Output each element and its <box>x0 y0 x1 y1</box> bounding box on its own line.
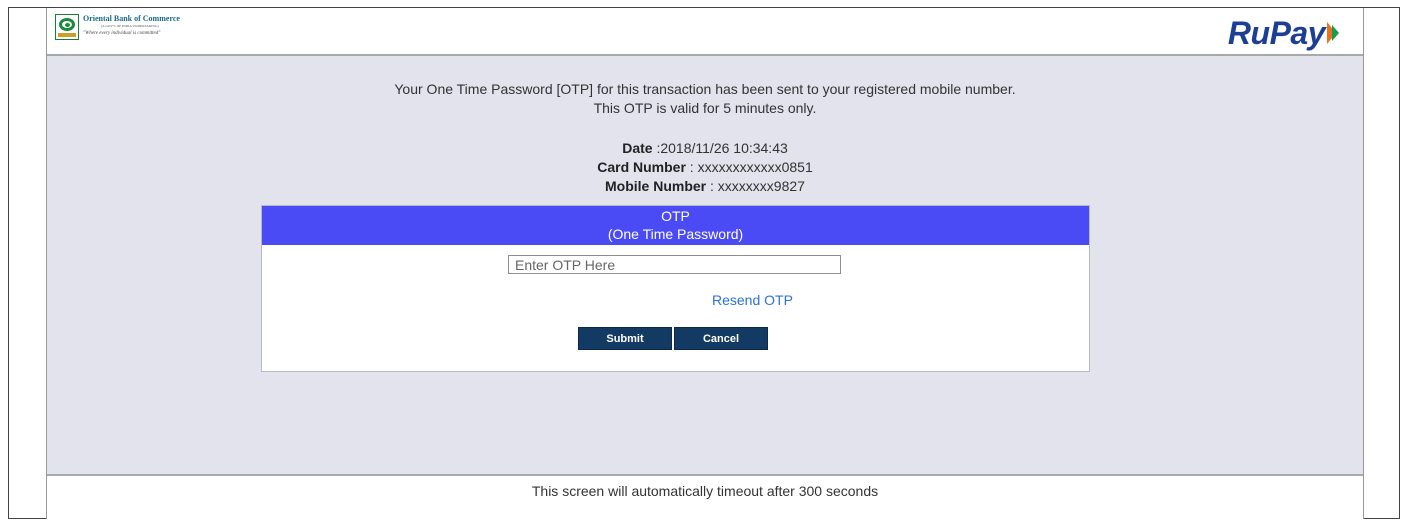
rupay-logo: RuPay <box>1227 14 1341 51</box>
page-footer: This screen will automatically timeout a… <box>47 476 1363 519</box>
mobile-number-row: Mobile Number : xxxxxxxx9827 <box>47 177 1363 196</box>
bank-logo-icon <box>55 14 79 40</box>
bank-emblem-icon <box>59 18 75 31</box>
bank-subtitle: (A GOVT. OF INDIA UNDERTAKING) <box>101 24 159 28</box>
date-label: Date <box>622 140 653 156</box>
bank-logo-bar <box>58 33 76 37</box>
card-number-row: Card Number : xxxxxxxxxxxx0851 <box>47 158 1363 177</box>
mobile-number-value: : xxxxxxxx9827 <box>706 178 805 194</box>
timeout-message: This screen will automatically timeout a… <box>531 483 879 499</box>
otp-sent-message: Your One Time Password [OTP] for this tr… <box>394 81 1016 97</box>
otp-page: Oriental Bank of Commerce (A GOVT. OF IN… <box>46 8 1364 519</box>
page-header: Oriental Bank of Commerce (A GOVT. OF IN… <box>47 8 1363 56</box>
bank-name: Oriental Bank of Commerce <box>83 14 180 23</box>
bank-branding: Oriental Bank of Commerce (A GOVT. OF IN… <box>83 15 180 36</box>
card-number-label: Card Number <box>597 159 686 175</box>
cancel-button[interactable]: Cancel <box>674 327 768 350</box>
mobile-number-label: Mobile Number <box>605 178 707 194</box>
otp-info-message: Your One Time Password [OTP] for this tr… <box>47 80 1363 118</box>
main-content: Your One Time Password [OTP] for this tr… <box>47 56 1363 476</box>
rupay-wordmark: RuPay <box>1227 14 1326 51</box>
otp-panel-title: OTP <box>661 208 690 224</box>
resend-otp-link[interactable]: Resend OTP <box>712 292 793 308</box>
otp-validity-message: This OTP is valid for 5 minutes only. <box>593 100 817 116</box>
transaction-details: Date :2018/11/26 10:34:43 Card Number : … <box>47 139 1363 196</box>
otp-panel-header: OTP (One Time Password) <box>262 206 1089 245</box>
otp-panel-subtitle: (One Time Password) <box>607 226 744 242</box>
browser-frame: Oriental Bank of Commerce (A GOVT. OF IN… <box>8 7 1400 519</box>
otp-panel: OTP (One Time Password) Resend OTP Submi… <box>261 205 1090 372</box>
date-row: Date :2018/11/26 10:34:43 <box>47 139 1363 158</box>
card-number-value: : xxxxxxxxxxxx0851 <box>685 159 813 175</box>
rupay-arrow-icon <box>1327 22 1341 44</box>
bank-tagline: "Where every individual is committed" <box>83 30 161 36</box>
submit-button[interactable]: Submit <box>578 327 672 350</box>
date-value: :2018/11/26 10:34:43 <box>652 140 788 156</box>
otp-input[interactable] <box>508 255 841 274</box>
